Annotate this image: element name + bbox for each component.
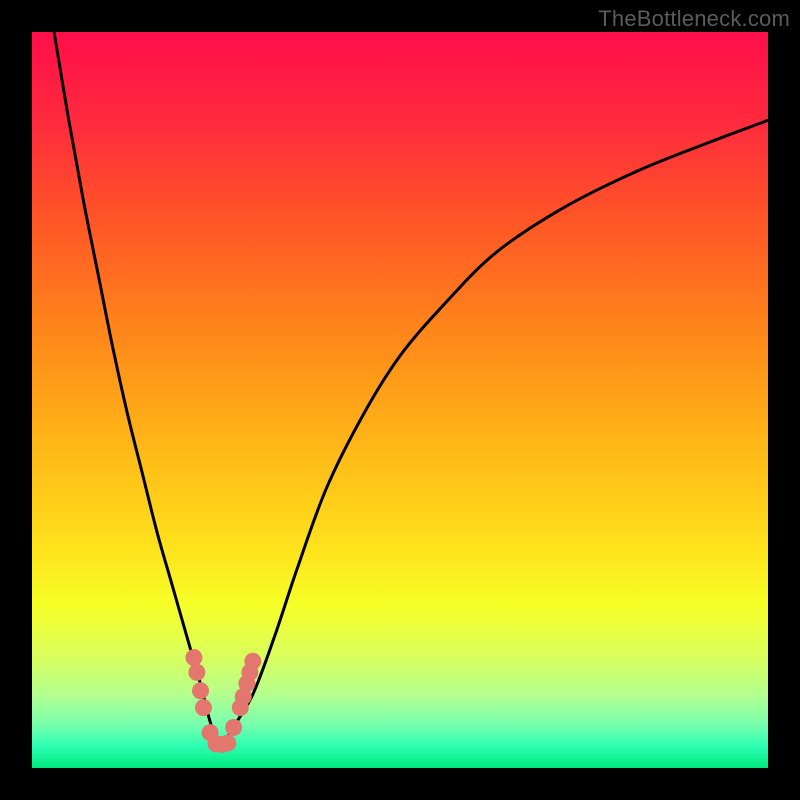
highlight-dot xyxy=(188,664,205,681)
highlight-dot xyxy=(244,653,261,670)
chart-frame: TheBottleneck.com xyxy=(0,0,800,800)
highlight-dot xyxy=(219,734,236,751)
plot-area xyxy=(32,32,768,768)
highlight-dot xyxy=(192,682,209,699)
highlight-dot xyxy=(225,719,242,736)
gradient-background xyxy=(32,32,768,768)
highlight-dot xyxy=(185,649,202,666)
highlight-dot xyxy=(195,699,212,716)
watermark-text: TheBottleneck.com xyxy=(598,6,790,32)
plot-svg xyxy=(32,32,768,768)
